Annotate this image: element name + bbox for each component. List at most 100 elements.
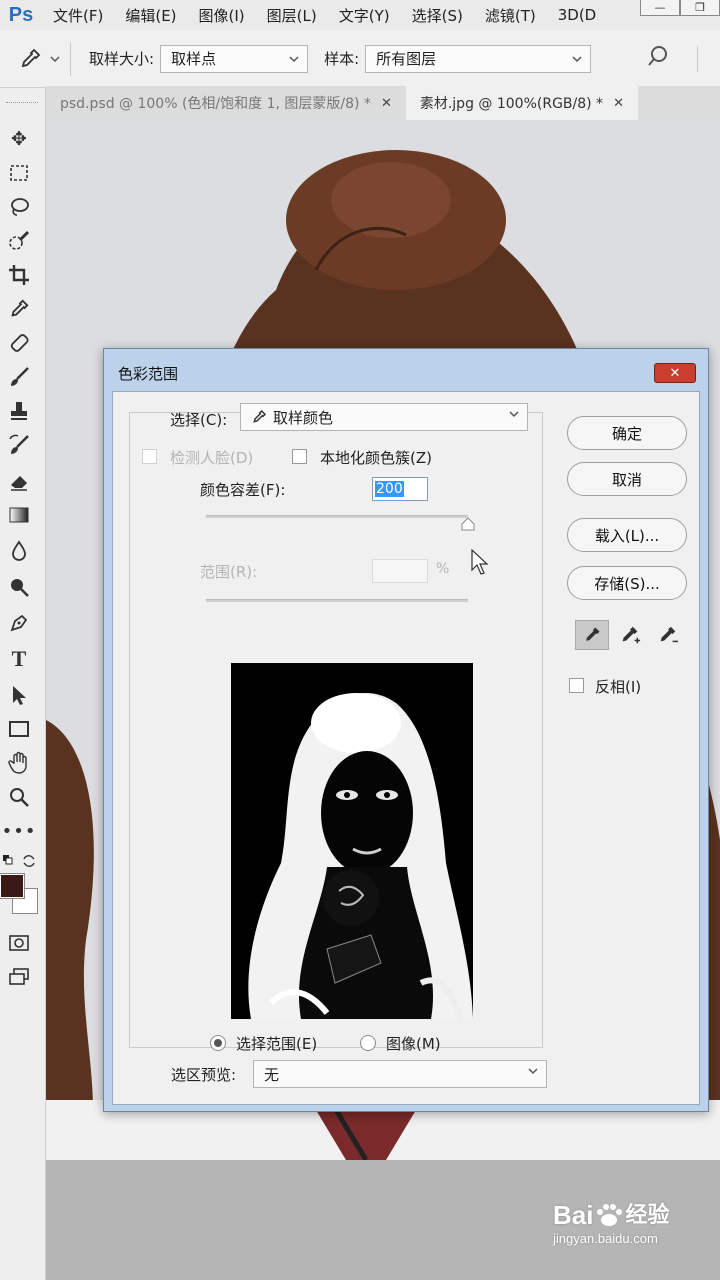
selection-radio-label: 选择范围(E)	[236, 1035, 318, 1053]
history-brush-icon[interactable]	[6, 432, 32, 458]
chevron-down-icon	[509, 411, 519, 418]
eyedropper-icon[interactable]	[6, 296, 32, 322]
dialog-title: 色彩范围	[118, 365, 179, 383]
swap-colors-icon[interactable]	[22, 854, 36, 868]
photoshop-logo: Ps	[8, 3, 34, 26]
selection-preview-value: 无	[264, 1065, 280, 1084]
sample-size-value: 取样点	[171, 50, 217, 68]
settings-group: 选择(C): 取样颜色 检测人脸(D) 本地化颜色簇(Z) 颜色容差(F): 2…	[129, 403, 543, 1053]
save-button[interactable]: 存储(S)...	[567, 566, 687, 600]
menu-bar: Ps 文件(F) 编辑(E) 图像(I) 图层(L) 文字(Y) 选择(S) 滤…	[0, 0, 720, 30]
restore-button[interactable]: ❐	[680, 0, 720, 16]
mask-preview-image	[231, 663, 473, 1019]
menu-image[interactable]: 图像(I)	[188, 5, 256, 26]
image-radio[interactable]	[360, 1035, 376, 1051]
crop-icon[interactable]	[6, 262, 32, 288]
localized-clusters-checkbox[interactable]	[292, 449, 307, 464]
range-slider[interactable]	[206, 599, 468, 602]
menu-type[interactable]: 文字(Y)	[328, 5, 401, 26]
menu-3d[interactable]: 3D(D	[547, 6, 608, 24]
brush-icon[interactable]	[6, 364, 32, 390]
tab-sucai[interactable]: 素材.jpg @ 100%(RGB/8) * ✕	[405, 86, 638, 120]
selection-radio[interactable]	[210, 1035, 226, 1051]
hand-icon[interactable]	[6, 750, 32, 776]
load-button[interactable]: 载入(L)...	[567, 518, 687, 552]
select-dropdown[interactable]: 取样颜色	[240, 403, 528, 431]
path-select-icon[interactable]	[6, 682, 32, 708]
range-input[interactable]	[372, 559, 428, 583]
fuzziness-value: 200	[375, 481, 404, 497]
menu-edit[interactable]: 编辑(E)	[114, 5, 187, 26]
menu-select[interactable]: 选择(S)	[401, 5, 474, 26]
foreground-color-swatch[interactable]	[0, 873, 25, 899]
lasso-icon[interactable]	[6, 194, 32, 220]
type-icon[interactable]: T	[6, 646, 32, 672]
blur-icon[interactable]	[6, 538, 32, 564]
fuzziness-label: 颜色容差(F):	[200, 481, 286, 499]
baidu-watermark: Bai 经验 jingyan.baidu.com	[553, 1201, 669, 1246]
invert-label: 反相(I)	[595, 678, 642, 696]
default-colors-icon[interactable]	[2, 854, 14, 866]
slider-thumb-icon[interactable]	[461, 517, 475, 531]
tab-psd-label: psd.psd @ 100% (色相/饱和度 1, 图层蒙版/8) *	[60, 96, 371, 112]
chevron-down-icon	[289, 55, 299, 62]
search-icon[interactable]	[646, 44, 670, 68]
cancel-button[interactable]: 取消	[567, 462, 687, 496]
screen-mode-icon[interactable]	[6, 964, 32, 990]
invert-checkbox[interactable]	[569, 678, 584, 693]
detect-faces-checkbox[interactable]	[142, 449, 157, 464]
quick-select-icon[interactable]	[6, 228, 32, 254]
quick-mask-icon[interactable]	[6, 930, 32, 956]
panel-grip[interactable]	[6, 102, 38, 105]
move-icon[interactable]: ✥	[6, 126, 32, 152]
selection-preview-label: 选区预览:	[171, 1066, 237, 1084]
pen-icon[interactable]	[6, 610, 32, 636]
close-icon: ✕	[669, 365, 681, 381]
workspace-switcher[interactable]	[697, 46, 717, 72]
chevron-down-icon	[572, 55, 582, 62]
chevron-down-icon	[528, 1068, 538, 1075]
eraser-icon[interactable]	[6, 468, 32, 494]
options-bar: 取样大小: 取样点 样本: 所有图层	[0, 30, 720, 88]
rectangle-icon[interactable]	[6, 716, 32, 742]
color-range-dialog: 色彩范围 ✕ 选择(C): 取样颜色 检测人脸(D) 本地化颜色簇(Z) 颜色容…	[103, 348, 709, 1112]
eyedropper-plus-icon[interactable]	[613, 620, 647, 650]
dialog-body: 选择(C): 取样颜色 检测人脸(D) 本地化颜色簇(Z) 颜色容差(F): 2…	[112, 391, 700, 1105]
clone-stamp-icon[interactable]	[6, 398, 32, 424]
watermark-brand: Bai	[553, 1200, 594, 1230]
sample-size-label: 取样大小:	[89, 50, 155, 68]
close-button[interactable]: ✕	[654, 363, 696, 383]
more-icon[interactable]: •••	[2, 818, 36, 844]
selection-preview	[231, 663, 473, 1019]
document-tabs: psd.psd @ 100% (色相/饱和度 1, 图层蒙版/8) * ✕ 素材…	[46, 86, 720, 120]
eyedropper-icon[interactable]	[575, 620, 609, 650]
marquee-icon[interactable]	[6, 160, 32, 186]
chevron-down-icon	[50, 55, 60, 62]
select-value: 取样颜色	[273, 408, 334, 427]
healing-brush-icon[interactable]	[6, 330, 32, 356]
sample-select[interactable]: 所有图层	[365, 44, 592, 73]
dodge-icon[interactable]	[6, 574, 32, 600]
close-icon[interactable]: ✕	[381, 96, 392, 111]
sample-value: 所有图层	[376, 50, 437, 68]
menu-filter[interactable]: 滤镜(T)	[474, 5, 547, 26]
zoom-icon[interactable]	[6, 784, 32, 810]
range-unit: %	[436, 561, 450, 577]
menu-file[interactable]: 文件(F)	[42, 5, 114, 26]
image-radio-label: 图像(M)	[386, 1035, 441, 1053]
minimize-button[interactable]: —	[640, 0, 680, 16]
sample-size-select[interactable]: 取样点	[160, 44, 309, 73]
tool-preset-picker[interactable]	[0, 47, 70, 71]
eyedropper-icon	[253, 409, 267, 423]
ok-button[interactable]: 确定	[567, 416, 687, 450]
tab-sucai-label: 素材.jpg @ 100%(RGB/8) *	[419, 96, 604, 112]
tab-psd[interactable]: psd.psd @ 100% (色相/饱和度 1, 图层蒙版/8) * ✕	[46, 86, 406, 120]
menu-layer[interactable]: 图层(L)	[256, 5, 328, 26]
selection-preview-select[interactable]: 无	[253, 1060, 547, 1088]
gradient-icon[interactable]	[6, 502, 32, 528]
fuzziness-slider[interactable]	[206, 515, 468, 518]
eyedropper-minus-icon[interactable]	[651, 620, 685, 650]
divider	[70, 41, 71, 76]
close-icon[interactable]: ✕	[613, 96, 624, 111]
fuzziness-input[interactable]: 200	[372, 477, 428, 501]
